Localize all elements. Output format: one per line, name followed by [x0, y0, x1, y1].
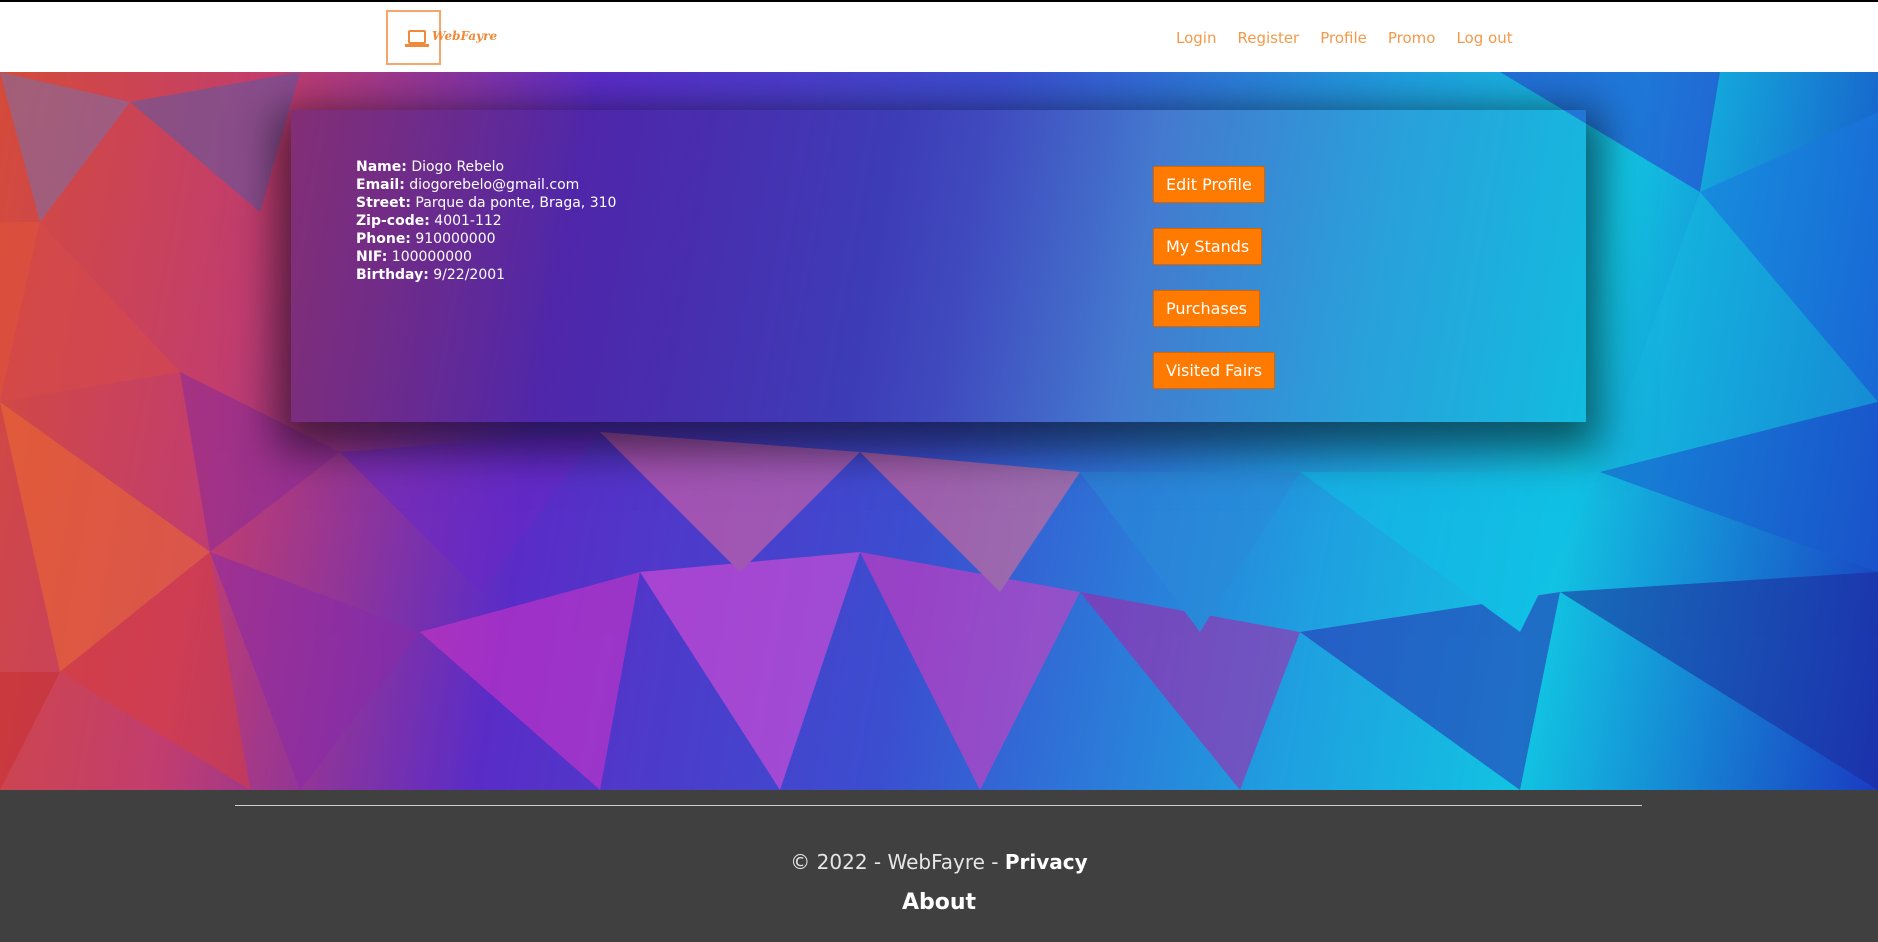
field-value: 9/22/2001	[433, 267, 506, 283]
field-label: Zip-code:	[356, 213, 430, 229]
profile-field-zipcode: Zip-code: 4001-112	[356, 212, 616, 230]
my-stands-button[interactable]: My Stands	[1153, 228, 1263, 265]
footer-copyright: © 2022 - WebFayre - Privacy	[0, 850, 1878, 874]
nav-logout[interactable]: Log out	[1456, 29, 1512, 47]
field-value: 100000000	[391, 249, 472, 265]
field-label: Birthday:	[356, 267, 429, 283]
copyright-text: © 2022 - WebFayre -	[790, 850, 1005, 874]
logo-text: WebFayre	[432, 29, 498, 43]
edit-profile-button[interactable]: Edit Profile	[1153, 166, 1265, 203]
field-label: Phone:	[356, 231, 411, 247]
profile-field-phone: Phone: 910000000	[356, 230, 616, 248]
profile-details: Name: Diogo Rebelo Email: diogorebelo@gm…	[356, 158, 616, 284]
laptop-icon	[405, 30, 429, 47]
nav-promo[interactable]: Promo	[1388, 29, 1436, 47]
field-label: Name:	[356, 159, 407, 175]
profile-field-name: Name: Diogo Rebelo	[356, 158, 616, 176]
about-link[interactable]: About	[0, 890, 1878, 915]
purchases-button[interactable]: Purchases	[1153, 290, 1260, 327]
main-nav: Login Register Profile Promo Log out	[1176, 29, 1513, 47]
privacy-link[interactable]: Privacy	[1005, 850, 1088, 874]
webfayre-logo[interactable]: WebFayre	[386, 10, 497, 65]
profile-field-birthday: Birthday: 9/22/2001	[356, 266, 616, 284]
hero-background: Name: Diogo Rebelo Email: diogorebelo@gm…	[0, 72, 1878, 790]
field-label: Street:	[356, 195, 411, 211]
visited-fairs-button[interactable]: Visited Fairs	[1153, 352, 1276, 389]
site-footer: © 2022 - WebFayre - Privacy About	[0, 790, 1878, 942]
nav-login[interactable]: Login	[1176, 29, 1216, 47]
field-value: diogorebelo@gmail.com	[409, 177, 580, 193]
footer-divider	[235, 805, 1642, 806]
profile-card: Name: Diogo Rebelo Email: diogorebelo@gm…	[291, 110, 1586, 422]
field-label: Email:	[356, 177, 405, 193]
profile-field-email: Email: diogorebelo@gmail.com	[356, 176, 616, 194]
nav-register[interactable]: Register	[1237, 29, 1299, 47]
field-value: 4001-112	[434, 213, 502, 229]
field-value: Diogo Rebelo	[411, 159, 505, 175]
nav-profile[interactable]: Profile	[1320, 29, 1367, 47]
profile-field-nif: NIF: 100000000	[356, 248, 616, 266]
profile-field-street: Street: Parque da ponte, Braga, 310	[356, 194, 616, 212]
site-header: WebFayre Login Register Profile Promo Lo…	[0, 2, 1878, 72]
field-value: Parque da ponte, Braga, 310	[415, 195, 617, 211]
field-value: 910000000	[415, 231, 496, 247]
field-label: NIF:	[356, 249, 388, 265]
